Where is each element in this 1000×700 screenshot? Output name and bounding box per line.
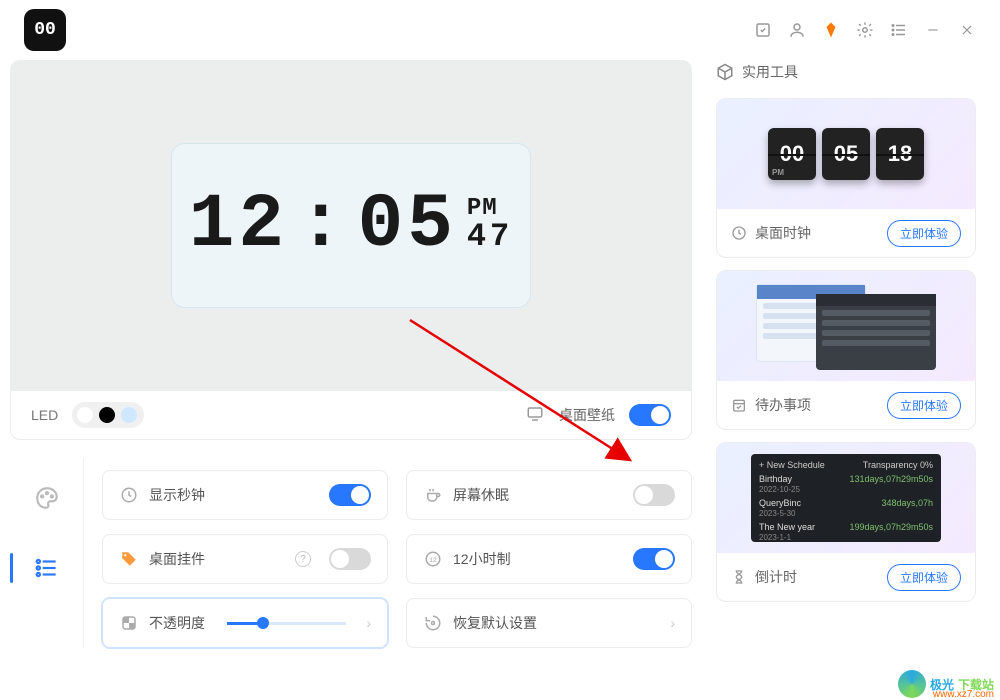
tools-title: 实用工具 <box>716 60 976 86</box>
account-icon[interactable] <box>788 21 806 39</box>
todo-preview <box>756 280 936 372</box>
coffee-icon <box>423 486 443 504</box>
opt-opacity-label: 不透明度 <box>149 613 205 633</box>
opt-show-seconds-label: 显示秒钟 <box>149 485 319 505</box>
tool-clock-label: 桌面时钟 <box>755 223 879 243</box>
chevron-right-icon: › <box>366 615 371 631</box>
preview-footer: LED 桌面壁纸 <box>10 390 692 440</box>
tool-countdown-button[interactable]: 立即体验 <box>887 564 961 591</box>
countdown-preview: + New ScheduleTransparency 0% Birthday20… <box>751 454 941 542</box>
swatch-blue[interactable] <box>121 407 137 423</box>
swatch-black[interactable] <box>99 407 115 423</box>
titlebar: 00 <box>0 0 1000 60</box>
svg-text:12: 12 <box>429 557 437 564</box>
diamond-icon[interactable] <box>822 21 840 39</box>
clock-icon <box>119 486 139 504</box>
opt-opacity[interactable]: 不透明度 › <box>102 598 388 648</box>
opt-reset-label: 恢复默认设置 <box>453 613 660 633</box>
close-icon[interactable] <box>958 21 976 39</box>
tool-todo-button[interactable]: 立即体验 <box>887 392 961 419</box>
flip-clock-preview: 00PM 05 18 <box>768 128 924 180</box>
calendar-icon <box>731 397 747 413</box>
app-logo: 00 <box>24 9 66 51</box>
opt-twelve-hour-label: 12小时制 <box>453 549 623 569</box>
gear-icon[interactable] <box>856 21 874 39</box>
clock-minutes: 05 <box>358 182 457 268</box>
watermark: 极光下载站 www.xz7.com <box>898 670 994 698</box>
titlebar-actions <box>754 21 976 39</box>
list-icon[interactable] <box>890 21 908 39</box>
tool-desktop-clock: 00PM 05 18 桌面时钟 立即体验 <box>716 98 976 258</box>
rail-appearance[interactable] <box>27 478 67 518</box>
watermark-logo <box>898 670 926 698</box>
opt-twelve-hour: 12 12小时制 <box>406 534 692 584</box>
opt-show-seconds: 显示秒钟 <box>102 470 388 520</box>
clock-seconds: 47 <box>467 221 513 253</box>
wallpaper-toggle[interactable] <box>629 404 671 426</box>
tag-icon <box>119 550 139 568</box>
reset-icon <box>423 614 443 632</box>
opacity-icon <box>119 614 139 632</box>
twelve-icon: 12 <box>423 550 443 568</box>
clock-colon: : <box>298 182 348 268</box>
tool-countdown-label: 倒计时 <box>755 567 879 587</box>
help-icon[interactable]: ? <box>295 551 311 567</box>
screen-saver-toggle[interactable] <box>633 484 675 506</box>
edit-icon[interactable] <box>754 21 772 39</box>
opt-screen-saver-label: 屏幕休眠 <box>453 485 623 505</box>
opacity-slider[interactable] <box>227 622 346 625</box>
swatch-white[interactable] <box>77 407 93 423</box>
opt-desktop-widget: 桌面挂件 ? <box>102 534 388 584</box>
clock-hours: 12 <box>189 182 288 268</box>
led-label: LED <box>31 407 58 423</box>
led-color-picker[interactable] <box>72 402 144 428</box>
settings-panel: 显示秒钟 屏幕休眠 桌面挂件 ? 12 12小时制 <box>10 458 692 648</box>
opt-desktop-widget-label: 桌面挂件 <box>149 549 285 569</box>
rail-list[interactable] <box>27 548 67 588</box>
settings-rail <box>10 458 84 648</box>
clock-small-icon <box>731 225 747 241</box>
tool-todo-label: 待办事项 <box>755 395 879 415</box>
chevron-right-icon: › <box>670 615 675 631</box>
cube-icon <box>716 63 734 81</box>
desktop-widget-toggle[interactable] <box>329 548 371 570</box>
clock-preview: 12 : 05 PM 47 <box>10 60 692 390</box>
wallpaper-label: 桌面壁纸 <box>559 405 615 425</box>
show-seconds-toggle[interactable] <box>329 484 371 506</box>
tool-countdown: + New ScheduleTransparency 0% Birthday20… <box>716 442 976 602</box>
opt-reset[interactable]: 恢复默认设置 › <box>406 598 692 648</box>
tool-clock-button[interactable]: 立即体验 <box>887 220 961 247</box>
tool-todo: 待办事项 立即体验 <box>716 270 976 430</box>
twelve-hour-toggle[interactable] <box>633 548 675 570</box>
opt-screen-saver: 屏幕休眠 <box>406 470 692 520</box>
minimize-icon[interactable] <box>924 21 942 39</box>
tools-sidebar: 实用工具 00PM 05 18 桌面时钟 立即体验 <box>716 60 976 700</box>
monitor-icon <box>525 405 545 426</box>
digital-clock-card: 12 : 05 PM 47 <box>171 143 531 308</box>
hourglass-icon <box>731 569 747 585</box>
